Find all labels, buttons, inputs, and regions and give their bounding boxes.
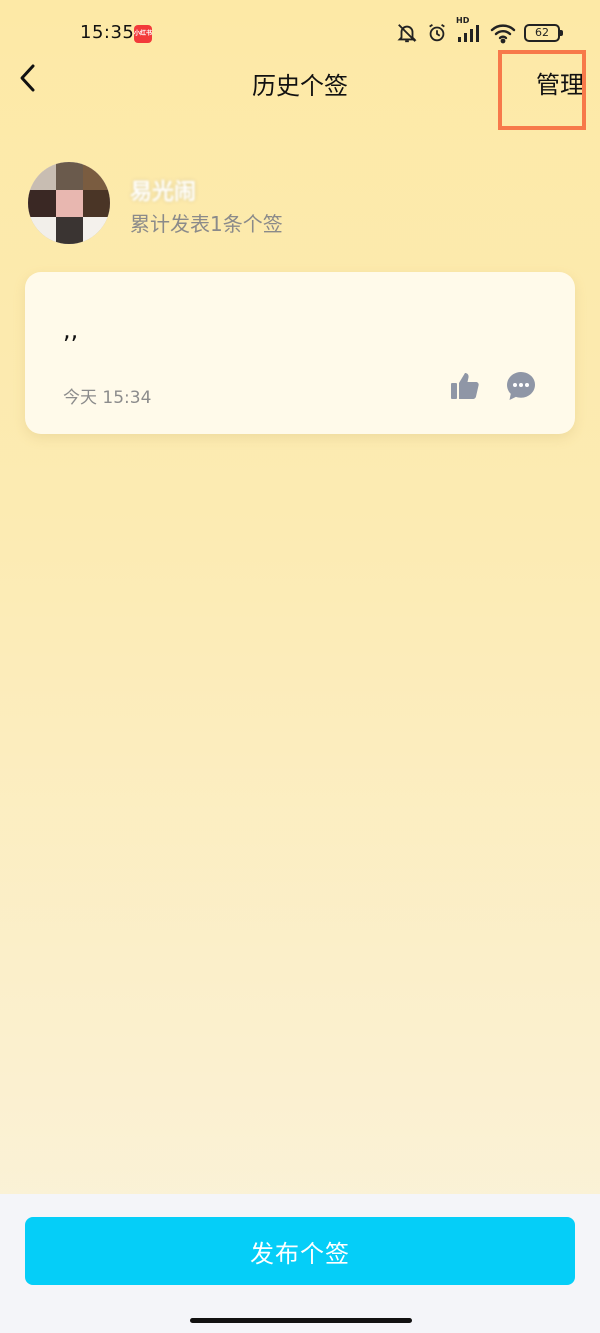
- comment-button[interactable]: [505, 370, 537, 402]
- status-time: 15:35: [80, 22, 135, 43]
- status-icons: HD 62: [396, 16, 563, 46]
- post-content: ,,: [63, 316, 79, 344]
- avatar[interactable]: [28, 162, 110, 244]
- profile-header: 易光闹 累计发表1条个签: [28, 162, 588, 246]
- network-type-label: HD: [456, 16, 470, 25]
- alarm-icon: [426, 22, 448, 44]
- highlight-box: [498, 50, 586, 130]
- username: 易光闹: [130, 180, 197, 205]
- wifi-icon: [490, 22, 516, 44]
- battery-indicator: 62: [524, 24, 563, 42]
- thumbs-up-icon: [449, 373, 481, 406]
- signal-icon: HD: [456, 16, 482, 44]
- post-card[interactable]: ,, 今天 15:34: [25, 272, 575, 434]
- publish-signature-button[interactable]: 发布个签: [25, 1217, 575, 1285]
- chat-bubble-icon: [505, 372, 537, 406]
- bell-off-icon: [396, 22, 418, 44]
- bottom-bar: 发布个签: [0, 1194, 600, 1333]
- app-notification-badge: 小红书: [134, 25, 152, 43]
- post-timestamp: 今天 15:34: [63, 388, 152, 408]
- like-button[interactable]: [449, 370, 481, 402]
- home-indicator[interactable]: [190, 1318, 412, 1323]
- post-count: 累计发表1条个签: [130, 212, 283, 236]
